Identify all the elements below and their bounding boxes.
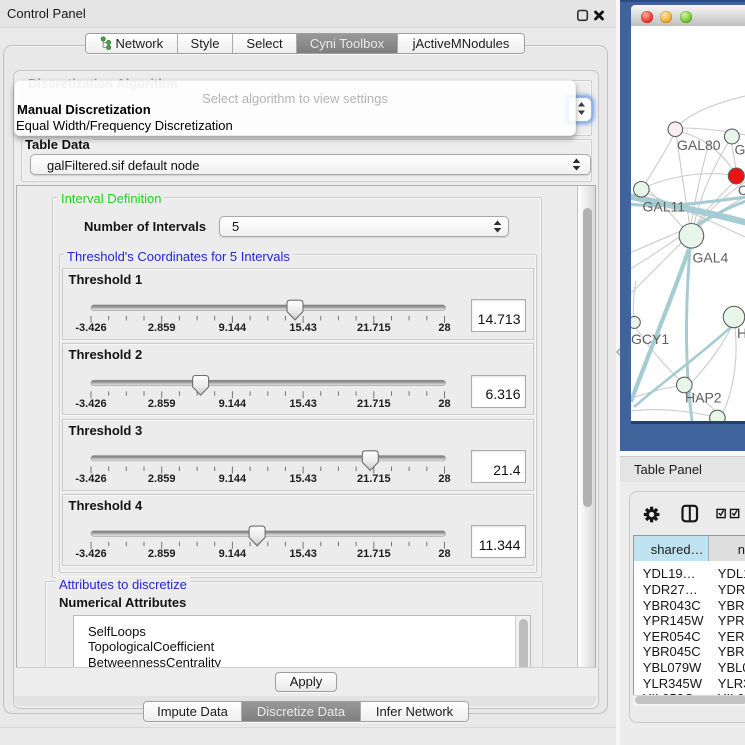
svg-text:GAL4: GAL4: [693, 250, 729, 266]
svg-text:GA: GA: [735, 142, 745, 158]
svg-text:GAL11: GAL11: [643, 199, 686, 215]
svg-text:HAP2: HAP2: [685, 390, 722, 406]
svg-text:CY: CY: [738, 182, 745, 198]
svg-text:GAL80: GAL80: [677, 137, 721, 153]
svg-text:GCY1: GCY1: [631, 331, 669, 347]
svg-text:HA: HA: [737, 325, 745, 341]
